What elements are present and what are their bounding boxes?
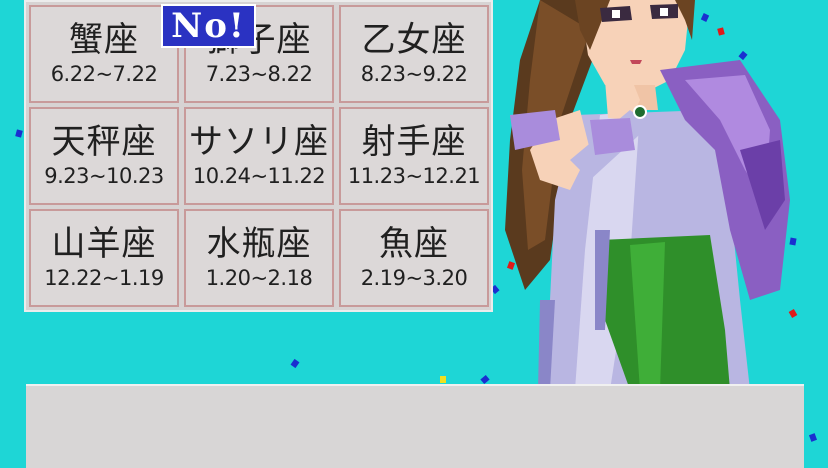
zodiac-name: 天秤座 (51, 122, 157, 162)
zodiac-name: 魚座 (379, 224, 449, 264)
zodiac-date-range: 8.23~9.22 (360, 62, 468, 86)
zodiac-date-range: 10.24~11.22 (192, 164, 326, 188)
dialogue-box[interactable] (26, 384, 804, 468)
zodiac-date-range: 1.20~2.18 (205, 266, 313, 290)
game-scene: 蟹座 6.22~7.22 獅子座 7.23~8.22 乙女座 8.23~9.22… (0, 0, 828, 468)
zodiac-name: 射手座 (361, 122, 467, 162)
confetti-piece (15, 129, 23, 138)
zodiac-cell-scorpio[interactable]: サソリ座 10.24~11.22 (184, 107, 334, 205)
zodiac-cell-pisces[interactable]: 魚座 2.19~3.20 (339, 209, 489, 307)
zodiac-name: サソリ座 (189, 122, 329, 162)
zodiac-date-range: 2.19~3.20 (360, 266, 468, 290)
confetti-piece (808, 433, 818, 442)
zodiac-date-range: 11.23~12.21 (347, 164, 481, 188)
no-badge: No! (161, 4, 256, 48)
zodiac-cell-sagittarius[interactable]: 射手座 11.23~12.21 (339, 107, 489, 205)
zodiac-date-range: 7.23~8.22 (205, 62, 313, 86)
zodiac-date-range: 9.23~10.23 (44, 164, 164, 188)
zodiac-cell-capricorn[interactable]: 山羊座 12.22~1.19 (29, 209, 179, 307)
zodiac-cell-virgo[interactable]: 乙女座 8.23~9.22 (339, 5, 489, 103)
zodiac-cell-libra[interactable]: 天秤座 9.23~10.23 (29, 107, 179, 205)
zodiac-date-range: 12.22~1.19 (44, 266, 164, 290)
zodiac-date-range: 6.22~7.22 (50, 62, 158, 86)
confetti-piece (440, 376, 446, 383)
zodiac-name: 蟹座 (69, 20, 139, 60)
zodiac-name: 乙女座 (361, 20, 467, 60)
zodiac-cell-aquarius[interactable]: 水瓶座 1.20~2.18 (184, 209, 334, 307)
character-girl-illustration (505, 0, 790, 390)
zodiac-name: 山羊座 (51, 224, 157, 264)
zodiac-name: 水瓶座 (206, 224, 312, 264)
zodiac-grid: 蟹座 6.22~7.22 獅子座 7.23~8.22 乙女座 8.23~9.22… (24, 0, 493, 312)
confetti-piece (290, 358, 300, 369)
zodiac-cell-cancer[interactable]: 蟹座 6.22~7.22 (29, 5, 179, 103)
